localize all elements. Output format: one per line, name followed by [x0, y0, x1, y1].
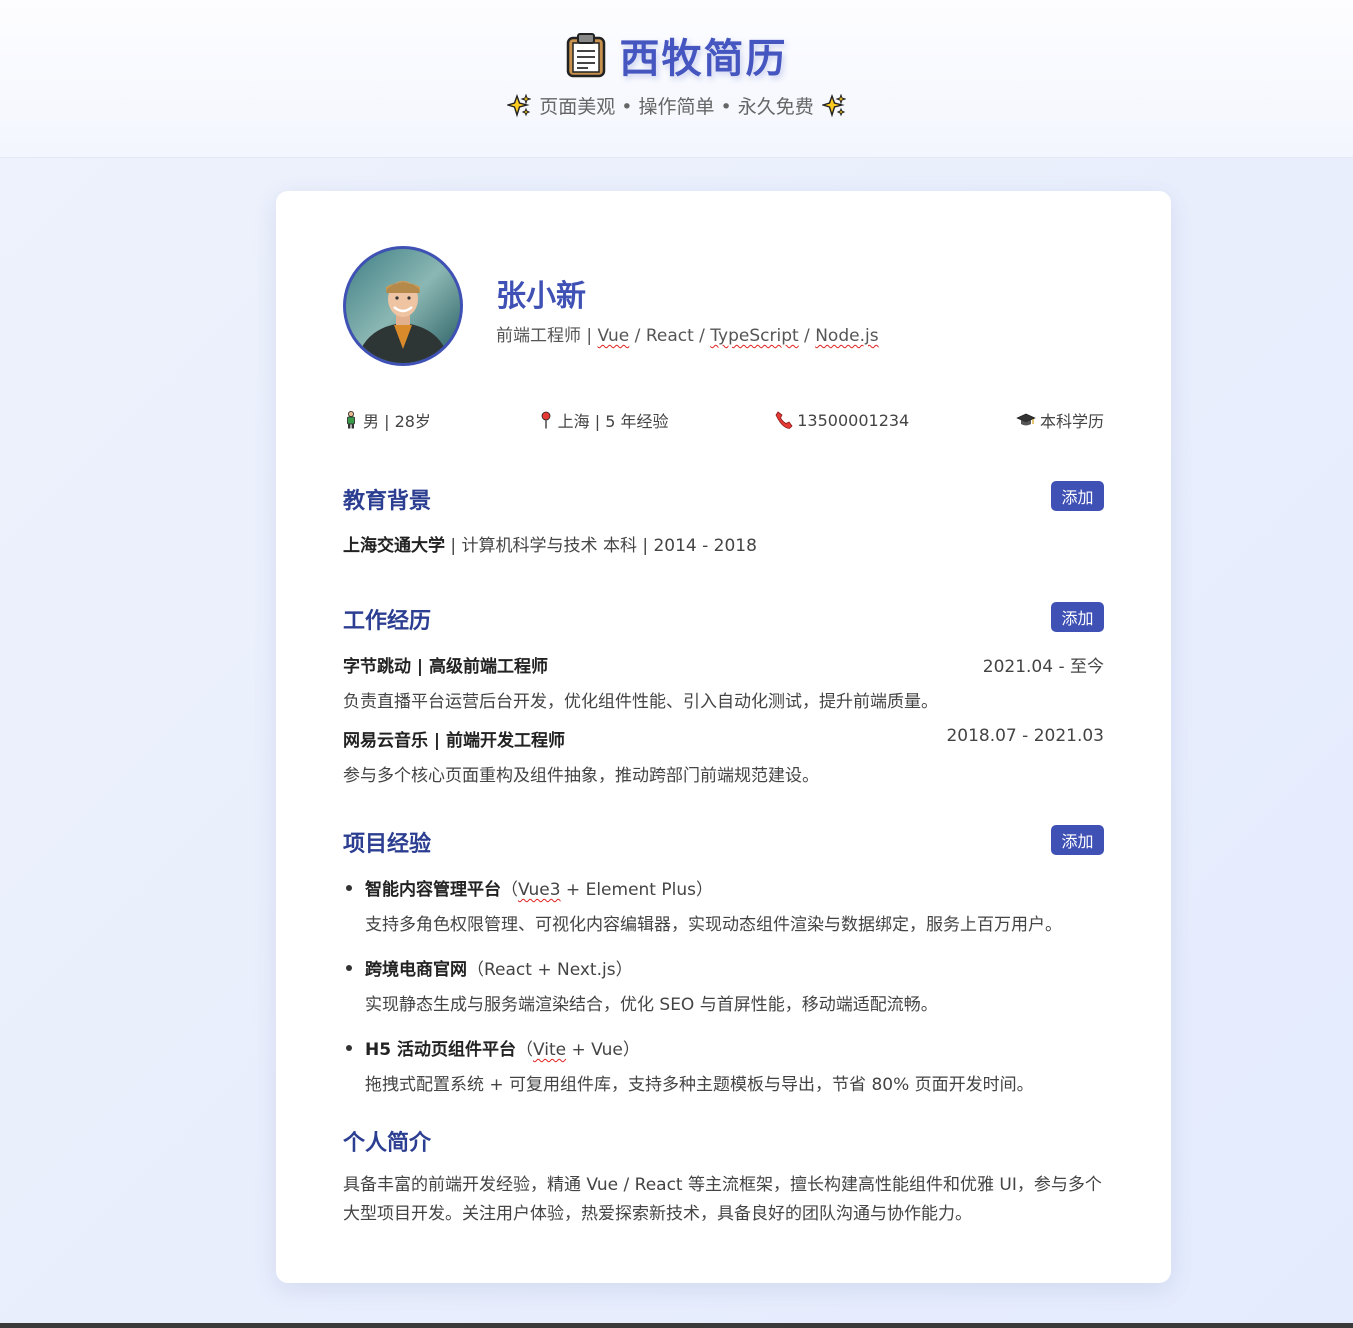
project-desc: 拖拽式配置系统 + 可复用组件库，支持多种主题模板与导出，节省 80% 页面开发…: [365, 1075, 1034, 1095]
project-item: 跨境电商官网（React + Next.js） 实现静态生成与服务端渲染结合，优…: [343, 955, 1104, 1015]
project-stack-main: Vite: [532, 1040, 567, 1060]
tagline-text: 页面美观 • 操作简单 • 永久免费: [539, 96, 814, 118]
project-stack-rest: + Vue）: [566, 1040, 640, 1060]
person-icon: [347, 411, 355, 429]
title-sep: /: [629, 326, 646, 346]
project-desc: 支持多角色权限管理、可视化内容编辑器，实现动态组件渲染与数据绑定，服务上百万用户…: [365, 915, 1062, 935]
work-item: 网易云音乐 | 前端开发工程师 2018.07 - 2021.03 参与多个核心…: [343, 726, 1104, 786]
avatar[interactable]: [343, 246, 463, 366]
brand: 西牧简历: [0, 26, 1353, 84]
brand-title: 西牧简历: [619, 36, 788, 82]
tech-vue: Vue: [597, 326, 630, 346]
candidate-title: 前端工程师 | Vue / React / TypeScript / Node.…: [496, 321, 879, 346]
clipboard-icon: [566, 33, 605, 78]
tech-typescript: TypeScript: [710, 326, 799, 346]
sparkle-icon: [507, 93, 532, 117]
tagline: 页面美观 • 操作简单 • 永久免费: [0, 92, 1353, 119]
work-company: 字节跳动 | 高级前端工程师: [343, 657, 549, 677]
project-name: 智能内容管理平台: [365, 880, 501, 900]
project-stack-open: （: [515, 1040, 533, 1060]
title-prefix: 前端工程师 |: [496, 326, 598, 346]
project-desc: 实现静态生成与服务端渲染结合，优化 SEO 与首屏性能，移动端适配流畅。: [365, 995, 938, 1015]
candidate-name: 张小新: [496, 279, 586, 314]
title-sep: /: [693, 326, 711, 346]
work-desc: 负责直播平台运营后台开发，优化组件性能、引入自动化测试，提升前端质量。: [343, 692, 938, 712]
pin-icon: [541, 411, 551, 429]
section-work-title: 工作经历: [343, 609, 432, 634]
project-stack-open: （: [467, 960, 484, 980]
project-stack-main: Vue3: [518, 880, 561, 900]
project-name: H5 活动页组件平台: [365, 1040, 516, 1060]
add-project-button[interactable]: 添加: [1051, 825, 1104, 855]
graduation-cap-icon: [1016, 413, 1036, 426]
site-header: 西牧简历 页面美观 • 操作简单 • 永久免费: [0, 0, 1353, 158]
project-item: 智能内容管理平台（Vue3 + Element Plus） 支持多角色权限管理、…: [343, 875, 1104, 935]
bottom-bar: [0, 1323, 1353, 1328]
work-period: 2021.04 - 至今: [982, 657, 1104, 677]
info-phone: 13500001234: [775, 408, 909, 432]
tech-nodejs: Node.js: [815, 326, 879, 346]
info-location-text: 上海 | 5 年经验: [557, 412, 669, 431]
add-work-button[interactable]: 添加: [1051, 602, 1104, 632]
info-location: 上海 | 5 年经验: [538, 408, 669, 432]
work-item: 字节跳动 | 高级前端工程师 2021.04 - 至今 负责直播平台运营后台开发…: [343, 652, 1104, 712]
add-education-button[interactable]: 添加: [1051, 481, 1104, 511]
title-sep: /: [798, 326, 816, 346]
project-stack-rest: + Element Plus）: [560, 880, 713, 900]
tech-react: React: [645, 326, 694, 346]
project-stack-main: React: [484, 960, 532, 980]
info-gender-age: 男 | 28岁: [343, 408, 431, 432]
work-period: 2018.07 - 2021.03: [946, 726, 1104, 746]
info-phone-text: 13500001234: [797, 410, 910, 430]
section-summary-title: 个人简介: [343, 1131, 432, 1156]
work-company: 网易云音乐 | 前端开发工程师: [343, 731, 566, 751]
project-stack-rest: + Next.js）: [531, 960, 633, 980]
project-name: 跨境电商官网: [365, 960, 467, 980]
info-gender-age-text: 男 | 28岁: [363, 412, 431, 431]
project-item: H5 活动页组件平台（Vite + Vue） 拖拽式配置系统 + 可复用组件库，…: [343, 1035, 1104, 1095]
school-name: 上海交通大学: [343, 536, 445, 556]
section-projects-title: 项目经验: [343, 832, 432, 857]
project-stack-open: （: [501, 880, 518, 900]
section-education-title: 教育背景: [343, 489, 432, 514]
resume-card: 张小新 前端工程师 | Vue / React / TypeScript / N…: [276, 191, 1171, 1283]
phone-icon: [775, 411, 793, 429]
work-desc: 参与多个核心页面重构及组件抽象，推动跨部门前端规范建设。: [343, 766, 819, 786]
summary-text: 具备丰富的前端开发经验，精通 Vue / React 等主流框架，擅长构建高性能…: [343, 1175, 1102, 1224]
info-degree: 本科学历: [1016, 408, 1104, 432]
info-row: 男 | 28岁 上海 | 5 年经验 13500001234 本科学历: [343, 408, 1104, 432]
project-list: 智能内容管理平台（Vue3 + Element Plus） 支持多角色权限管理、…: [343, 875, 1104, 1115]
education-entry: 上海交通大学 | 计算机科学与技术 本科 | 2014 - 2018: [343, 531, 757, 556]
avatar-photo: [346, 249, 460, 363]
info-degree-text: 本科学历: [1039, 412, 1104, 431]
education-detail: | 计算机科学与技术 本科 | 2014 - 2018: [445, 536, 757, 556]
sparkle-icon: [821, 93, 846, 117]
